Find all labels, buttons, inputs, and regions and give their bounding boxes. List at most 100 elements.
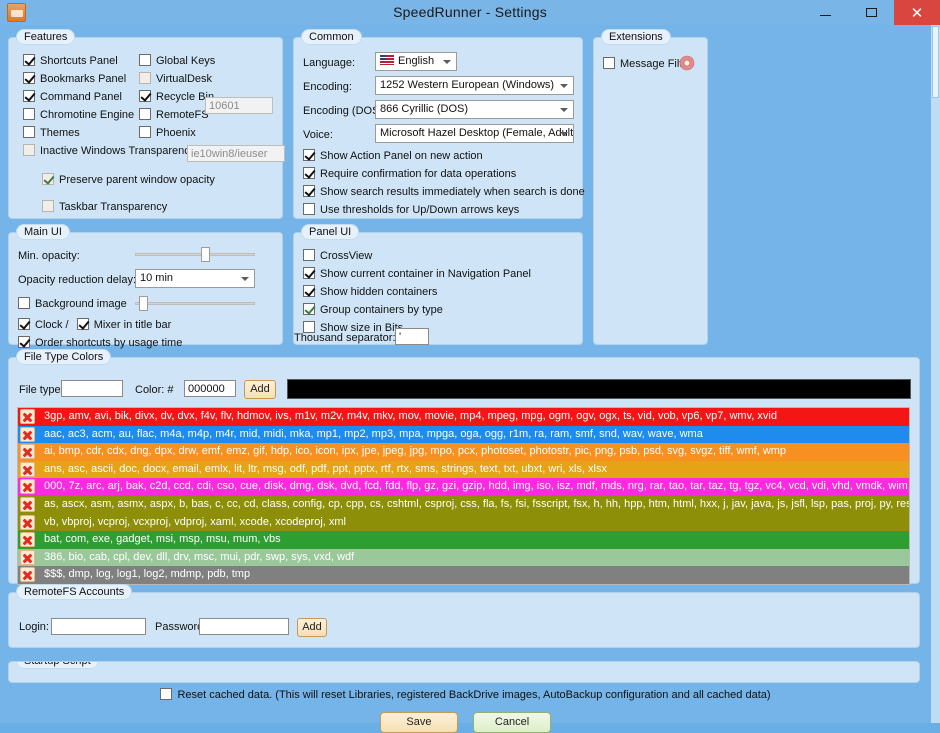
checkbox-label: Show search results immediately when sea… bbox=[320, 186, 585, 198]
file-type-color-row[interactable]: vb, vbproj, vcproj, vcxproj, vdproj, xam… bbox=[18, 513, 909, 532]
slider-track bbox=[135, 302, 255, 305]
checkbox-label: Background image bbox=[35, 298, 127, 310]
checkbox-box bbox=[18, 297, 30, 309]
delete-row-icon[interactable] bbox=[20, 496, 35, 512]
file-type-color-row[interactable]: bat, com, exe, gadget, msi, msp, msu, mu… bbox=[18, 531, 909, 549]
checkbox-label: Show current container in Navigation Pan… bbox=[320, 268, 531, 280]
add-account-button[interactable]: Add bbox=[297, 618, 327, 637]
checkbox-reset-cached-data[interactable]: Reset cached data. (This will reset Libr… bbox=[160, 688, 771, 702]
checkbox-bookmarks-panel[interactable]: Bookmarks Panel bbox=[23, 72, 126, 86]
file-type-color-row[interactable]: ans, asc, ascii, doc, docx, email, emlx,… bbox=[18, 460, 909, 479]
opacity-delay-combo[interactable]: 10 min bbox=[135, 269, 255, 288]
vertical-scrollbar[interactable] bbox=[931, 25, 940, 723]
checkbox-show-current-container[interactable]: Show current container in Navigation Pan… bbox=[303, 267, 531, 281]
checkbox-crossview[interactable]: CrossView bbox=[303, 249, 372, 263]
checkbox-order-shortcuts[interactable]: Order shortcuts by usage time bbox=[18, 336, 182, 350]
delete-row-icon[interactable] bbox=[20, 444, 35, 460]
checkbox-box bbox=[303, 203, 315, 215]
encoding-dos-value: 866 Cyrillic (DOS) bbox=[380, 103, 469, 115]
close-button[interactable]: ✕ bbox=[894, 0, 940, 25]
checkbox-box bbox=[23, 90, 35, 102]
remotefs-port-input[interactable] bbox=[205, 97, 273, 114]
chevron-down-icon bbox=[443, 60, 451, 64]
startup-script-group: Startup Script bbox=[8, 661, 920, 683]
checkbox-taskbar-transparency[interactable]: Taskbar Transparency bbox=[42, 200, 167, 214]
checkbox-inactive-windows-transparency[interactable]: Inactive Windows Transparency bbox=[23, 144, 195, 158]
voice-combo[interactable]: Microsoft Hazel Desktop (Female, Adult) bbox=[375, 124, 574, 143]
delete-row-icon[interactable] bbox=[20, 461, 35, 477]
min-opacity-slider[interactable] bbox=[135, 247, 255, 262]
file-type-color-list[interactable]: 3gp, amv, avi, bik, divx, dv, dvx, f4v, … bbox=[17, 407, 910, 585]
checkbox-label: Inactive Windows Transparency bbox=[40, 145, 196, 157]
file-type-color-row[interactable]: 3gp, amv, avi, bik, divx, dv, dvx, f4v, … bbox=[18, 408, 909, 426]
checkbox-show-hidden-containers[interactable]: Show hidden containers bbox=[303, 285, 437, 299]
checkbox-remotefs[interactable]: RemoteFS bbox=[139, 108, 209, 122]
extensions-group: Extensions Message Filter bbox=[593, 29, 708, 345]
checkbox-use-thresholds[interactable]: Use thresholds for Up/Down arrows keys bbox=[303, 203, 519, 217]
checkbox-themes[interactable]: Themes bbox=[23, 126, 80, 140]
encoding-combo[interactable]: 1252 Western European (Windows) bbox=[375, 76, 574, 95]
language-combo[interactable]: English bbox=[375, 52, 457, 71]
opacity-delay-value: 10 min bbox=[140, 272, 174, 284]
client-area: So Features Shortcuts Panel Bookmarks Pa… bbox=[0, 25, 940, 733]
file-type-color-row[interactable]: as, ascx, asm, asmx, aspx, b, bas, c, cc… bbox=[18, 495, 909, 514]
checkbox-mixer-in-title-bar[interactable]: Mixer in title bar bbox=[76, 318, 171, 332]
background-opacity-slider[interactable] bbox=[135, 296, 255, 311]
file-type-color-row[interactable]: 386, bio, cab, cpl, dev, dll, drv, msc, … bbox=[18, 548, 909, 567]
checkbox-chromotine-engine[interactable]: Chromotine Engine bbox=[23, 108, 134, 122]
checkbox-phoenix[interactable]: Phoenix bbox=[139, 126, 196, 140]
add-file-type-button[interactable]: Add bbox=[244, 380, 276, 399]
color-input[interactable] bbox=[184, 380, 236, 397]
password-input[interactable] bbox=[199, 618, 289, 635]
scrollbar-thumb[interactable] bbox=[932, 26, 939, 98]
checkbox-label: Phoenix bbox=[156, 127, 196, 139]
encoding-value: 1252 Western European (Windows) bbox=[380, 79, 555, 91]
delete-row-icon[interactable] bbox=[20, 409, 35, 424]
thousand-separator-input[interactable] bbox=[395, 328, 429, 345]
delete-row-icon[interactable] bbox=[20, 532, 35, 548]
checkbox-background-image[interactable]: Background image bbox=[18, 297, 127, 311]
checkbox-box bbox=[23, 54, 35, 66]
checkbox-clock[interactable]: Clock / bbox=[18, 318, 69, 332]
slider-thumb[interactable] bbox=[201, 247, 210, 262]
delete-row-icon[interactable] bbox=[20, 567, 35, 583]
file-type-color-row[interactable]: $$$, dmp, log, log1, log2, mdmp, pdb, tm… bbox=[18, 566, 909, 584]
gear-icon[interactable] bbox=[679, 55, 695, 71]
checkbox-preserve-parent-window-opacity[interactable]: Preserve parent window opacity bbox=[42, 173, 215, 187]
checkbox-group-containers-by-type[interactable]: Group containers by type bbox=[303, 303, 443, 317]
slider-thumb[interactable] bbox=[138, 296, 148, 311]
checkbox-box bbox=[76, 318, 89, 330]
file-type-color-row[interactable]: ai, bmp, cdr, cdx, dng, dpx, drw, emf, e… bbox=[18, 443, 909, 461]
file-type-extensions: bat, com, exe, gadget, msi, msp, msu, mu… bbox=[44, 533, 281, 546]
phoenix-value-input[interactable] bbox=[187, 145, 285, 162]
file-type-color-row[interactable]: 000, 7z, arc, arj, bak, c2d, ccd, cdi, c… bbox=[18, 478, 909, 496]
file-type-extensions: vb, vbproj, vcproj, vcxproj, vdproj, xam… bbox=[44, 515, 347, 528]
checkbox-box bbox=[139, 126, 151, 138]
login-input[interactable] bbox=[51, 618, 146, 635]
delete-row-icon[interactable] bbox=[20, 514, 35, 530]
maximize-button[interactable] bbox=[848, 0, 894, 25]
us-flag-icon bbox=[380, 55, 394, 65]
delete-row-icon[interactable] bbox=[20, 549, 35, 565]
checkbox-label: Preserve parent window opacity bbox=[59, 174, 215, 186]
checkbox-virtualdesk[interactable]: VirtualDesk bbox=[139, 72, 212, 86]
checkbox-global-keys[interactable]: Global Keys bbox=[139, 54, 215, 68]
file-type-input[interactable] bbox=[61, 380, 123, 397]
panel-ui-legend: Panel UI bbox=[301, 224, 360, 240]
delete-row-icon[interactable] bbox=[20, 479, 35, 495]
checkbox-command-panel[interactable]: Command Panel bbox=[23, 90, 122, 104]
checkbox-require-confirmation[interactable]: Require confirmation for data operations bbox=[303, 167, 516, 181]
encoding-dos-combo[interactable]: 866 Cyrillic (DOS) bbox=[375, 100, 574, 119]
file-type-color-row[interactable]: aac, ac3, acm, au, flac, m4a, m4p, m4r, … bbox=[18, 425, 909, 444]
language-value: English bbox=[398, 55, 435, 67]
panel-ui-group: Panel UI CrossView Show current containe… bbox=[293, 224, 583, 345]
checkbox-shortcuts-panel[interactable]: Shortcuts Panel bbox=[23, 54, 118, 68]
checkbox-show-action-panel[interactable]: Show Action Panel on new action bbox=[303, 149, 483, 163]
checkbox-label: Global Keys bbox=[156, 55, 216, 67]
checkbox-show-search-results[interactable]: Show search results immediately when sea… bbox=[303, 185, 585, 199]
checkbox-box bbox=[23, 126, 35, 138]
minimize-button[interactable] bbox=[802, 0, 848, 25]
checkbox-label: Taskbar Transparency bbox=[59, 201, 168, 213]
checkbox-recycle-bin[interactable]: Recycle Bin bbox=[139, 90, 214, 104]
delete-row-icon[interactable] bbox=[20, 426, 35, 442]
